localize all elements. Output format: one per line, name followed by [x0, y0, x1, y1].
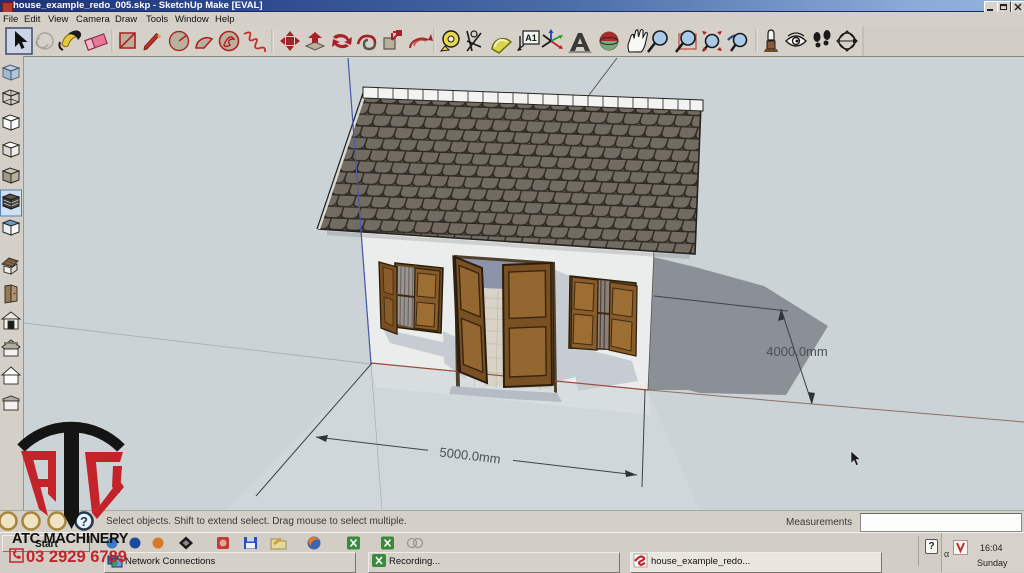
svg-text:ATC MACHINERY: ATC MACHINERY [12, 531, 129, 547]
svg-text:4000.0mm: 4000.0mm [766, 344, 827, 359]
svg-text:A1: A1 [525, 33, 537, 43]
svg-text:03 2929 6789: 03 2929 6789 [26, 548, 127, 566]
